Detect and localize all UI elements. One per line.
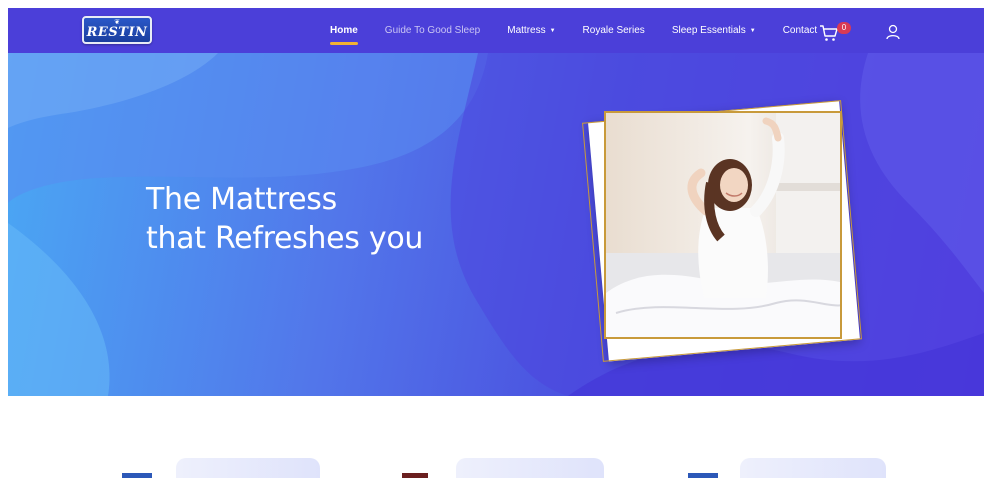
nav-item-guide-label: Guide To Good Sleep [384, 25, 481, 36]
hero-banner: The Mattress that Refreshes you [8, 53, 984, 396]
account-button[interactable] [884, 23, 902, 41]
main-menu: Home Guide To Good Sleep Mattress ▼ Roya… [330, 8, 844, 53]
hero-headline: The Mattress that Refreshes you [146, 180, 423, 258]
hero-headline-line2: that Refreshes you [146, 221, 424, 256]
restin-logo[interactable]: ❦ RESTIN [82, 16, 152, 44]
feature-card-3[interactable] [740, 458, 886, 478]
nav-item-home[interactable]: Home [330, 8, 358, 53]
nav-item-contact[interactable]: Contact [783, 8, 817, 53]
nav-item-mattress[interactable]: Mattress ▼ [507, 8, 555, 53]
nav-item-contact-label: Contact [782, 25, 818, 36]
feature-card-1-thumbnail [122, 473, 152, 478]
cart-button[interactable]: 0 [819, 22, 851, 43]
feature-card-2[interactable] [456, 458, 604, 478]
logo-text: RESTIN [86, 25, 148, 40]
nav-item-sleep-essentials[interactable]: Sleep Essentials ▼ [672, 8, 756, 53]
nav-item-royale-label: Royale Series [582, 25, 645, 36]
chevron-down-icon: ▼ [749, 27, 756, 34]
feature-card-3-thumbnail [688, 473, 718, 478]
feature-card-1[interactable] [176, 458, 320, 478]
nav-item-mattress-label: Mattress [507, 25, 546, 36]
hero-woman-waking-photo [604, 111, 842, 339]
user-icon [886, 24, 900, 40]
feature-card-2-thumbnail [402, 473, 428, 478]
hero-headline-line1: The Mattress [146, 182, 337, 217]
nav-item-royale-series[interactable]: Royale Series [583, 8, 645, 53]
nav-item-guide-to-good-sleep[interactable]: Guide To Good Sleep [385, 8, 480, 53]
nav-item-home-label: Home [330, 25, 358, 36]
logo-wings-icon: ❦ [114, 19, 120, 26]
chevron-down-icon: ▼ [549, 27, 556, 34]
woman-stretching-illustration [606, 113, 840, 337]
nav-item-sleep-essentials-label: Sleep Essentials [671, 25, 746, 36]
cart-icon [820, 25, 838, 41]
cart-count-badge: 0 [837, 22, 851, 34]
top-navigation: ❦ RESTIN Home Guide To Good Sleep Mattre… [8, 8, 984, 53]
